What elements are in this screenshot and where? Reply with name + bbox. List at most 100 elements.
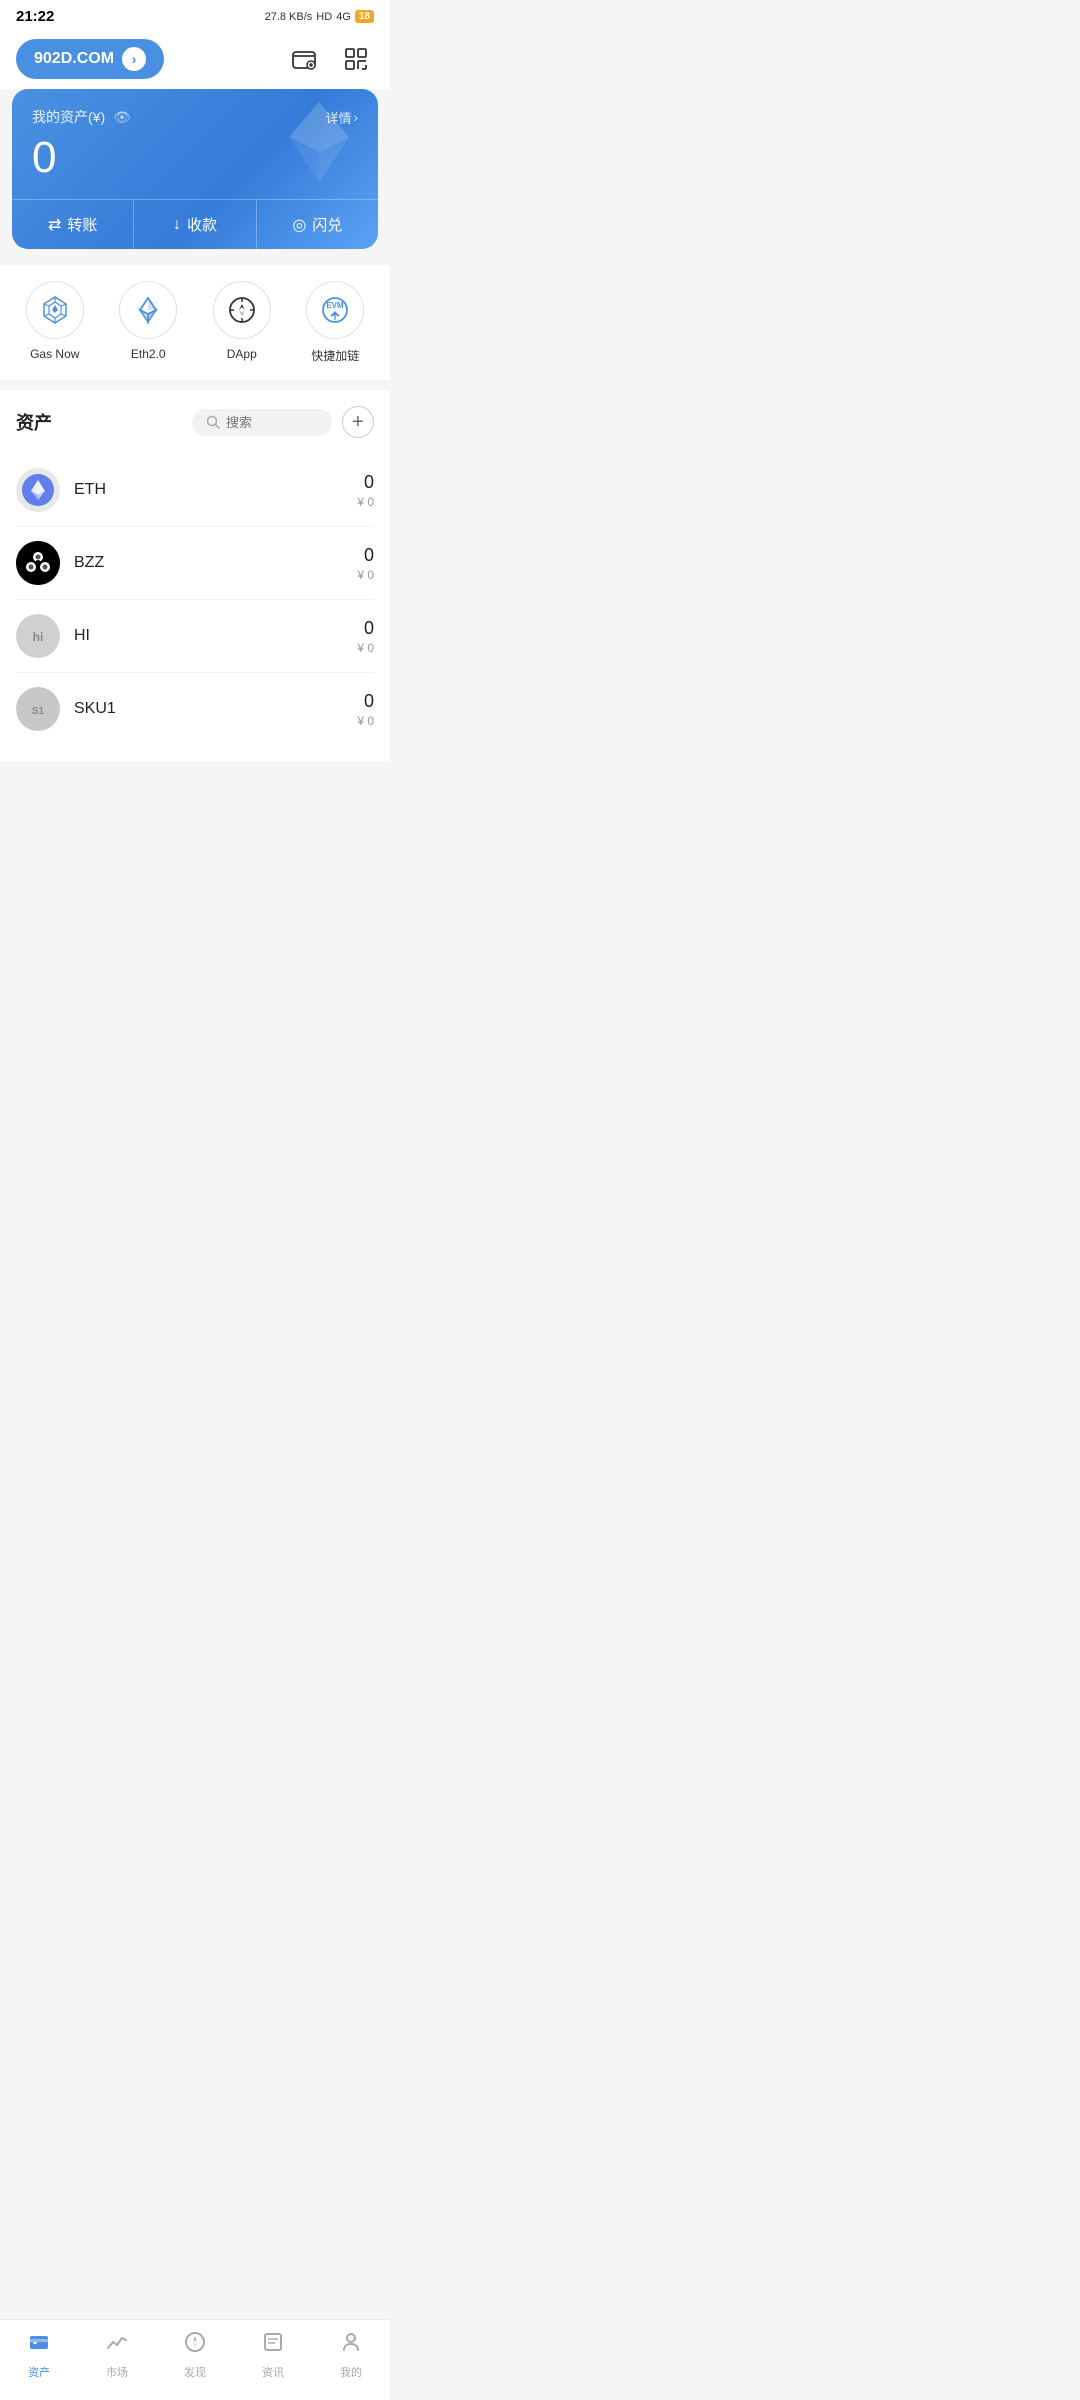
svg-text:EVM: EVM — [327, 301, 345, 310]
quick-add-chain-button[interactable]: EVM 快捷加链 — [306, 281, 364, 364]
hi-values: 0 ¥ 0 — [357, 618, 374, 655]
eth-logo-icon — [22, 474, 54, 506]
eth2-icon — [132, 294, 164, 326]
quick-add-chain-label: 快捷加链 — [311, 347, 359, 364]
brand-button[interactable]: 902D.COM › — [16, 39, 164, 79]
nav-icons — [286, 41, 374, 77]
eth-balance: 0 — [357, 472, 374, 493]
hi-logo: hi — [16, 614, 60, 658]
speed-indicator: 27.8 KB/s — [265, 11, 313, 23]
dapp-button[interactable]: DApp — [213, 281, 271, 364]
eth2-label: Eth2.0 — [131, 347, 166, 361]
market-nav-icon — [105, 2330, 129, 2360]
asset-actions: ⇄ 转账 ↓ 收款 ◎ 闪兑 — [12, 199, 378, 249]
asset-item-sku1[interactable]: S1 SKU1 0 ¥ 0 — [16, 673, 374, 745]
gas-now-label: Gas Now — [30, 347, 79, 361]
detail-link[interactable]: 详情 › — [326, 108, 358, 127]
bzz-values: 0 ¥ 0 — [357, 545, 374, 582]
discover-nav-icon — [183, 2330, 207, 2360]
assets-nav-icon — [27, 2330, 51, 2360]
dapp-icon-circle — [213, 281, 271, 339]
scan-button[interactable] — [338, 41, 374, 77]
assets-section: 资产 + ETH 0 ¥ 0 — [0, 390, 390, 761]
eth-symbol: ETH — [74, 481, 357, 499]
sku1-symbol: SKU1 — [74, 700, 357, 718]
svg-text:hi: hi — [33, 630, 44, 644]
evm-icon-circle: EVM — [306, 281, 364, 339]
nav-label-market: 市场 — [106, 2364, 128, 2380]
nav-label-news: 资讯 — [262, 2364, 284, 2380]
nav-label-profile: 我的 — [340, 2364, 362, 2380]
scan-icon — [342, 45, 370, 73]
nav-item-profile[interactable]: 我的 — [321, 2330, 381, 2380]
dapp-compass-icon — [226, 294, 258, 326]
news-nav-icon — [261, 2330, 285, 2360]
quick-menu: Gas Now Eth2.0 DApp — [0, 265, 390, 380]
bzz-symbol: BZZ — [74, 554, 357, 572]
status-time: 21:22 — [16, 8, 54, 25]
eth-values: 0 ¥ 0 — [357, 472, 374, 509]
nav-label-assets: 资产 — [28, 2364, 50, 2380]
profile-nav-icon — [339, 2330, 363, 2360]
eth2-button[interactable]: Eth2.0 — [119, 281, 177, 364]
hi-logo-icon: hi — [16, 614, 60, 658]
eth-cny: ¥ 0 — [357, 495, 374, 509]
asset-item-eth[interactable]: ETH 0 ¥ 0 — [16, 454, 374, 527]
hi-info: HI — [74, 627, 357, 645]
transfer-icon: ⇄ — [48, 215, 61, 235]
sku1-values: 0 ¥ 0 — [357, 691, 374, 728]
bzz-logo-icon — [16, 541, 60, 585]
receive-icon: ↓ — [173, 216, 181, 234]
transfer-button[interactable]: ⇄ 转账 — [12, 200, 134, 249]
status-icons: 27.8 KB/s HD 4G 18 — [265, 10, 374, 23]
svg-text:S1: S1 — [32, 706, 45, 717]
gas-now-icon-circle — [26, 281, 84, 339]
bottom-nav: 资产 市场 发现 资讯 — [0, 2319, 390, 2400]
sku1-info: SKU1 — [74, 700, 357, 718]
hi-cny: ¥ 0 — [357, 641, 374, 655]
sku1-cny: ¥ 0 — [357, 714, 374, 728]
eth2-icon-circle — [119, 281, 177, 339]
battery-indicator: 18 — [355, 10, 374, 23]
brand-label: 902D.COM — [34, 50, 114, 68]
wallet-plus-icon — [290, 45, 318, 73]
nav-item-assets[interactable]: 资产 — [9, 2330, 69, 2380]
dapp-label: DApp — [227, 347, 257, 361]
assets-title: 资产 — [16, 409, 52, 435]
add-wallet-button[interactable] — [286, 41, 322, 77]
network-indicator: 4G — [336, 11, 351, 23]
assets-header: 资产 + — [16, 406, 374, 438]
top-nav: 902D.COM › — [0, 29, 390, 89]
asset-card-title: 我的资产(¥) — [32, 107, 105, 127]
brand-arrow-icon: › — [122, 47, 146, 71]
sku1-logo: S1 — [16, 687, 60, 731]
hd-badge: HD — [316, 11, 332, 23]
eth-info: ETH — [74, 481, 357, 499]
nav-item-market[interactable]: 市场 — [87, 2330, 147, 2380]
receive-button[interactable]: ↓ 收款 — [134, 200, 256, 249]
search-input[interactable] — [226, 415, 306, 430]
hi-symbol: HI — [74, 627, 357, 645]
sku1-logo-icon: S1 — [16, 687, 60, 731]
hi-balance: 0 — [357, 618, 374, 639]
sku1-balance: 0 — [357, 691, 374, 712]
status-bar: 21:22 27.8 KB/s HD 4G 18 — [0, 0, 390, 29]
visibility-icon[interactable]: 👁 — [113, 109, 131, 126]
search-bar[interactable] — [192, 409, 332, 436]
flash-swap-button[interactable]: ◎ 闪兑 — [257, 200, 378, 249]
nav-label-discover: 发现 — [184, 2364, 206, 2380]
bzz-info: BZZ — [74, 554, 357, 572]
flash-swap-icon: ◎ — [292, 215, 306, 235]
asset-item-hi[interactable]: hi HI 0 ¥ 0 — [16, 600, 374, 673]
asset-item-bzz[interactable]: BZZ 0 ¥ 0 — [16, 527, 374, 600]
bzz-balance: 0 — [357, 545, 374, 566]
evm-icon: EVM — [319, 294, 351, 326]
bzz-cny: ¥ 0 — [357, 568, 374, 582]
nav-item-discover[interactable]: 发现 — [165, 2330, 225, 2380]
add-asset-button[interactable]: + — [342, 406, 374, 438]
nav-item-news[interactable]: 资讯 — [243, 2330, 303, 2380]
gas-now-button[interactable]: Gas Now — [26, 281, 84, 364]
asset-title-row: 我的资产(¥) 👁 — [32, 107, 131, 127]
gas-now-icon — [39, 294, 71, 326]
asset-card: 我的资产(¥) 👁 详情 › 0 ⇄ 转账 ↓ 收款 ◎ 闪兑 — [12, 89, 378, 249]
